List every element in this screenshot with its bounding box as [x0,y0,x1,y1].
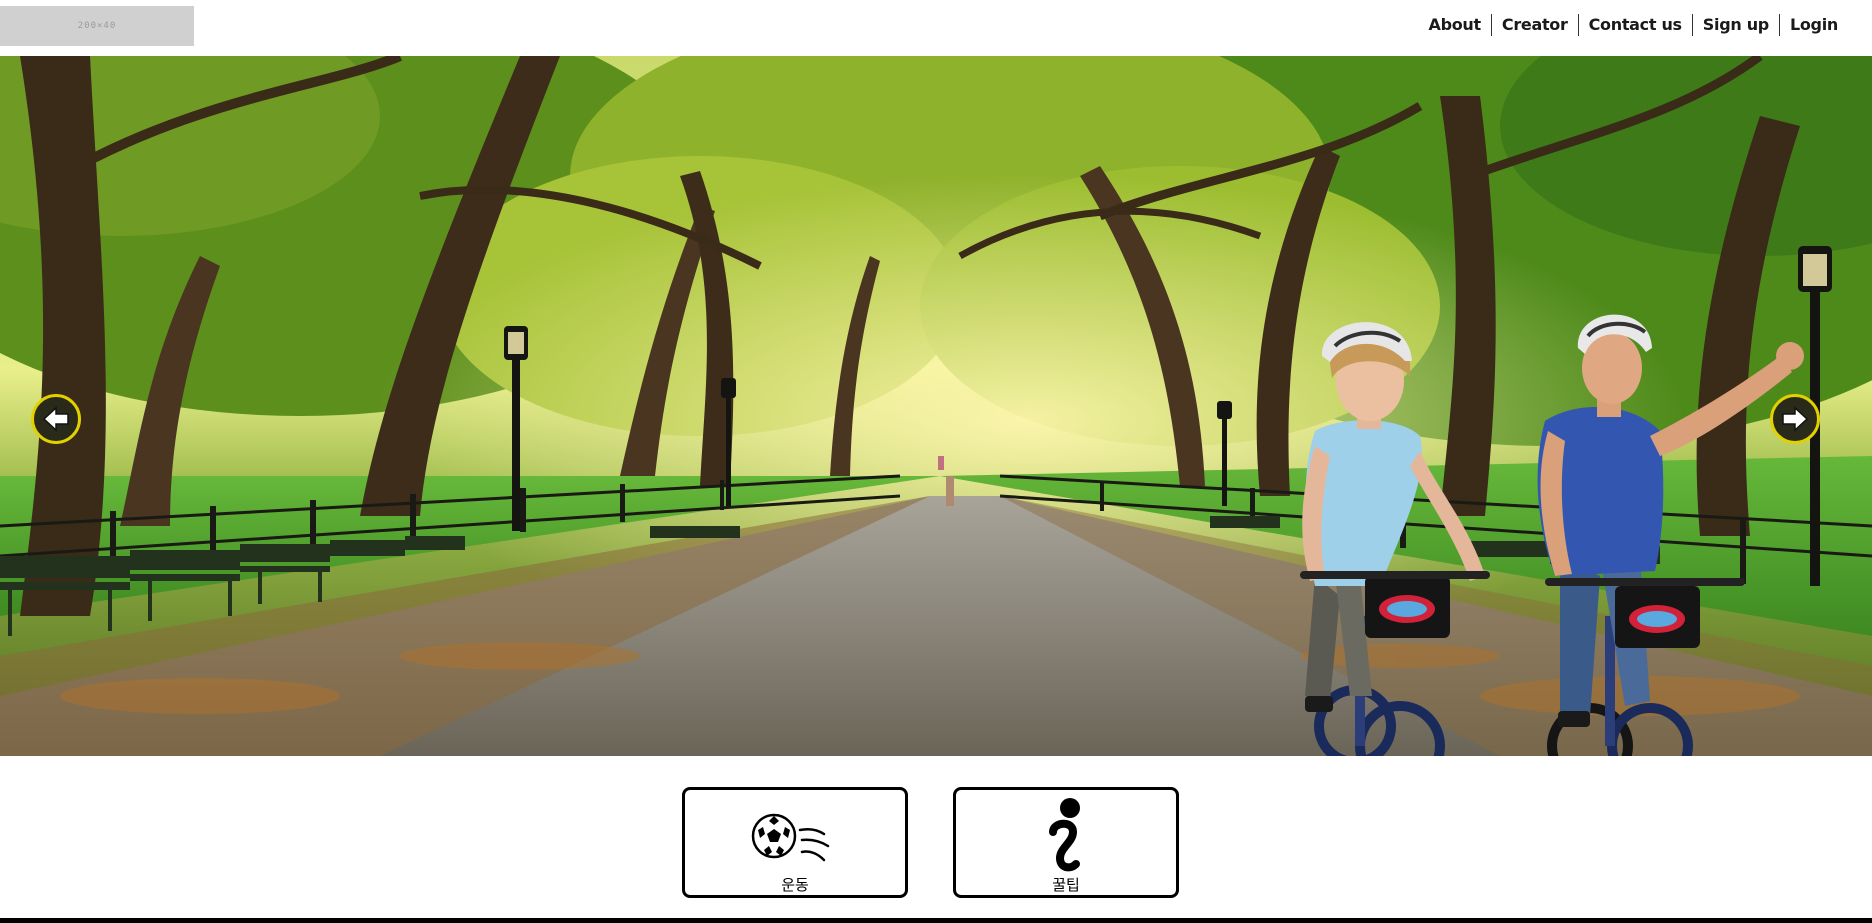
arrow-left-icon [42,406,69,432]
slider-prev-button[interactable] [31,394,81,444]
nav-about-link[interactable]: About [1419,14,1491,36]
logo[interactable]: 200×40 [0,6,194,46]
nav-signup-link[interactable]: Sign up [1693,14,1779,36]
exercise-category-label: 운동 [781,876,809,894]
nav-contact-link[interactable]: Contact us [1579,14,1692,36]
top-nav: About Creator Contact us Sign up Login [1419,13,1849,37]
tips-category-button[interactable]: 꿀팁 [953,787,1179,898]
category-section: 운동 꿀팁 [0,756,1872,918]
hero-slider [0,56,1872,756]
info-icon [956,798,1176,872]
arrow-right-icon [1782,406,1809,432]
nav-login-link[interactable]: Login [1780,14,1848,36]
tips-category-label: 꿀팁 [1052,876,1080,894]
exercise-category-button[interactable]: 운동 [682,787,908,898]
footer-bar [0,918,1872,923]
slider-next-button[interactable] [1770,394,1820,444]
soccer-ball-icon [685,800,905,872]
hero-image [0,56,1872,756]
nav-creator-link[interactable]: Creator [1492,14,1578,36]
site-header: 200×40 About Creator Contact us Sign up … [0,0,1872,56]
